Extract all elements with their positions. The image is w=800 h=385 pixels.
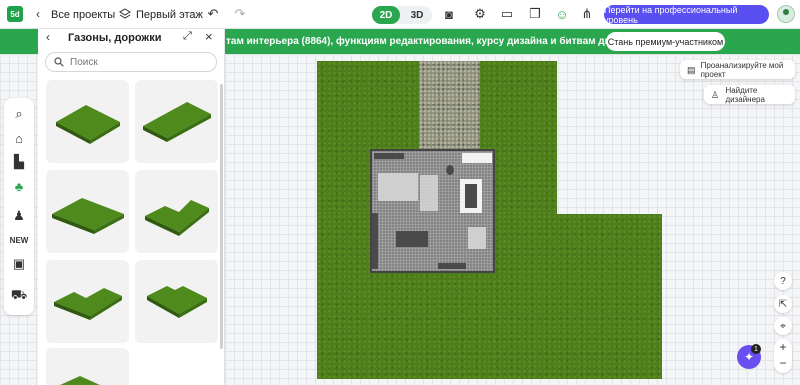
search-input[interactable]: Поиск (45, 52, 217, 72)
catalog-item-lawn-l-shape[interactable] (135, 170, 218, 253)
close-icon[interactable]: × (205, 29, 213, 44)
catalog-item-lawn-l-shape-2[interactable] (46, 260, 129, 343)
lawn-notch-thumb (147, 286, 207, 318)
export-icon[interactable]: ⇱ (774, 295, 792, 313)
shelf[interactable] (438, 263, 466, 269)
locate-icon[interactable]: ⌖ (774, 317, 792, 335)
all-projects-link[interactable]: Все проекты (51, 9, 115, 21)
view-mode-toggle: 2D 3D (372, 6, 432, 24)
find-designer-button[interactable]: ♙ Найдите дизайнера (704, 85, 795, 104)
lawn-square-thumb (56, 105, 120, 144)
expand-icon[interactable]: ⤢ (183, 30, 192, 43)
lawn-partial-thumb (60, 376, 100, 385)
lawn-wide-thumb (52, 198, 124, 234)
redo-icon[interactable]: ↷ (233, 6, 247, 21)
wall-cabinet[interactable] (372, 213, 378, 269)
house-plan[interactable] (370, 149, 495, 273)
zoom-in-icon[interactable]: + (774, 340, 792, 354)
pro-upgrade-button[interactable]: Перейти на профессиональный уровень (604, 5, 769, 25)
lawn-rect-thumb (143, 102, 211, 142)
chevron-left-icon[interactable]: ‹ (36, 7, 40, 21)
notification-badge: 1 (751, 344, 761, 354)
layers-icon[interactable] (119, 8, 131, 20)
dining-table[interactable] (396, 231, 428, 247)
kitchen-counter[interactable] (374, 153, 404, 159)
clipboard-icon: ▤ (687, 64, 696, 75)
help-icon[interactable]: ? (774, 272, 792, 290)
copy-icon[interactable]: ❐ (528, 6, 542, 21)
box-icon[interactable]: ▣ (11, 256, 27, 272)
left-toolbar: ⌕ ⌂ ▙ ♣ ♟ NEW ▣ ⛟ (4, 98, 34, 315)
designer-label: Найдите дизайнера (725, 85, 765, 104)
catalog-item-lawn-wide[interactable] (46, 170, 129, 253)
sofa-icon[interactable]: ▙ (11, 154, 27, 170)
armchair[interactable] (468, 227, 486, 249)
mode-3d-button[interactable]: 3D (404, 6, 430, 24)
cart-icon[interactable]: ⛟ (11, 287, 27, 304)
lawn-l-shape-2-thumb (54, 288, 122, 320)
lawn-l-shape-thumb (145, 200, 209, 236)
catalog-item-lawn-partial[interactable] (46, 348, 129, 385)
zoom-control: + − (774, 339, 792, 373)
stone-path[interactable] (419, 61, 480, 151)
tree-icon[interactable]: ♣ (11, 178, 27, 194)
sink-unit[interactable] (462, 153, 492, 163)
gear-icon[interactable]: ⚙ (473, 6, 487, 21)
analyze-label: Проанализируйте мой проект (700, 60, 784, 79)
stool[interactable] (446, 165, 454, 175)
app-logo[interactable]: 5d (7, 6, 23, 22)
people-icon[interactable]: ♟ (11, 208, 27, 224)
zoom-out-icon[interactable]: − (774, 356, 792, 370)
rug[interactable] (420, 175, 438, 211)
premium-button[interactable]: Стань премиум-участником (606, 32, 725, 51)
home-icon[interactable]: ⌂ (11, 130, 27, 146)
camera-icon[interactable]: ◙ (442, 7, 456, 22)
ai-assistant-icon[interactable]: ☺ (555, 7, 569, 22)
bed[interactable] (378, 173, 418, 201)
avatar[interactable] (777, 5, 795, 23)
share-icon[interactable]: ⋔ (580, 6, 594, 21)
analyze-project-button[interactable]: ▤ Проанализируйте мой проект (680, 60, 795, 79)
panel-title: Газоны, дорожки (68, 32, 162, 44)
catalog-item-lawn-rect[interactable] (135, 80, 218, 163)
top-bar: 5d ‹ Все проекты Первый этаж ↶ ↷ 2D 3D ◙… (0, 0, 800, 29)
new-badge-icon[interactable]: NEW (10, 232, 29, 248)
catalog-panel: ‹ Газоны, дорожки ⤢ × Поиск (38, 29, 225, 385)
undo-icon[interactable]: ↶ (206, 6, 220, 21)
panel-scrollbar[interactable] (220, 84, 223, 349)
island-top[interactable] (465, 184, 477, 208)
catalog-item-lawn-notch[interactable] (135, 260, 218, 343)
chevron-left-icon[interactable]: ‹ (46, 30, 50, 44)
search-placeholder: Поиск (70, 57, 98, 68)
mode-2d-button[interactable]: 2D (372, 6, 400, 24)
catalog-item-lawn-square[interactable] (46, 80, 129, 163)
floor-selector[interactable]: Первый этаж (136, 9, 203, 21)
promo-text: там интерьера (8864), функциям редактиро… (226, 36, 658, 47)
search-icon (54, 57, 64, 67)
designer-icon: ♙ (711, 89, 720, 100)
ruler-icon[interactable]: ▭ (500, 6, 514, 21)
search-icon[interactable]: ⌕ (11, 106, 27, 122)
